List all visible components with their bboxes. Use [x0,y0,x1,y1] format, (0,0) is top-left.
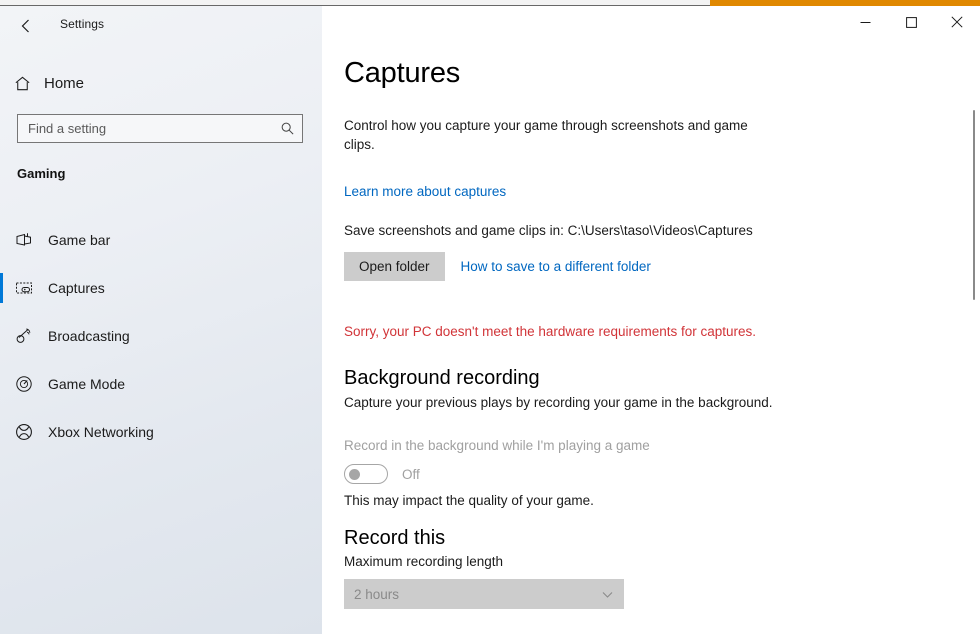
dropdown-selected-value: 2 hours [354,587,601,602]
folder-actions: Open folder How to save to a different f… [344,252,651,281]
learn-more-link[interactable]: Learn more about captures [344,184,506,199]
selection-indicator [0,417,3,447]
quality-impact-note: This may impact the quality of your game… [344,493,594,508]
broadcasting-icon [0,326,48,346]
record-this-title: Record this [344,527,445,550]
captures-icon [0,278,48,298]
selection-indicator [0,369,3,399]
close-button[interactable] [934,6,980,38]
sidebar-label: Game Mode [48,376,125,392]
selection-indicator [0,321,3,351]
sidebar-label: Game bar [48,232,110,248]
content-scrollbar[interactable] [968,42,980,634]
selection-indicator [0,273,3,303]
toggle-state-label: Off [402,467,420,482]
sidebar-item-captures[interactable]: Captures [0,264,322,312]
top-strip-accent [710,0,980,6]
search-box[interactable] [17,114,303,143]
sidebar-label: Broadcasting [48,328,130,344]
minimize-button[interactable] [842,6,888,38]
sidebar-item-xbox-networking[interactable]: Xbox Networking [0,408,322,456]
window-controls [842,6,980,38]
sidebar-nav: Game bar Captures [0,216,322,456]
search-icon[interactable] [278,121,296,136]
toggle-knob [349,469,360,480]
record-background-toggle[interactable] [344,464,388,484]
selection-indicator [0,225,3,255]
page-title: Captures [344,57,460,90]
page-description: Control how you capture your game throug… [344,116,774,154]
different-folder-link[interactable]: How to save to a different folder [461,259,651,274]
home-icon [0,74,44,93]
scrollbar-thumb[interactable] [973,110,975,300]
sidebar: Settings Home Gamin [0,6,322,634]
chevron-down-icon [601,588,614,601]
save-location-text: Save screenshots and game clips in: C:\U… [344,223,753,238]
sidebar-label: Xbox Networking [48,424,154,440]
sidebar-item-game-mode[interactable]: Game Mode [0,360,322,408]
game-mode-icon [0,374,48,394]
top-strip [0,0,980,6]
background-recording-description: Capture your previous plays by recording… [344,395,773,410]
sidebar-item-home[interactable]: Home [0,68,322,98]
open-folder-button[interactable]: Open folder [344,252,445,281]
max-recording-length-label: Maximum recording length [344,554,503,569]
hardware-warning: Sorry, your PC doesn't meet the hardware… [344,324,756,339]
sidebar-item-broadcasting[interactable]: Broadcasting [0,312,322,360]
search-input[interactable] [28,121,278,136]
sidebar-group-title: Gaming [17,166,65,181]
back-arrow-icon[interactable] [10,10,42,42]
search-container [17,114,303,143]
top-strip-divider [0,5,710,6]
background-recording-title: Background recording [344,367,540,390]
main-content: Captures Control how you capture your ga… [322,6,980,634]
record-background-toggle-row: Off [344,464,420,484]
xbox-icon [0,422,48,442]
sidebar-label: Captures [48,280,105,296]
home-label: Home [44,75,84,92]
settings-window: Settings Home Gamin [0,0,980,634]
maximize-button[interactable] [888,6,934,38]
app-title: Settings [60,17,104,31]
sidebar-titlebar: Settings [0,6,322,48]
game-bar-icon [0,230,48,250]
record-background-label: Record in the background while I'm playi… [344,438,650,453]
sidebar-item-game-bar[interactable]: Game bar [0,216,322,264]
max-recording-length-dropdown[interactable]: 2 hours [344,579,624,609]
